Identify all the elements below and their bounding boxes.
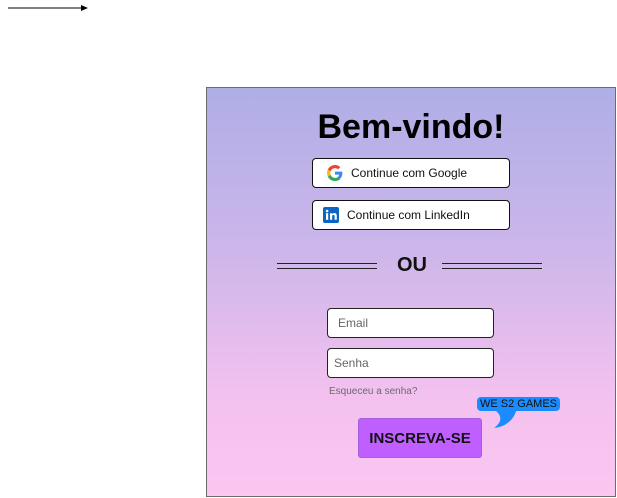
email-field[interactable]	[327, 308, 494, 338]
arrow-right-icon	[8, 5, 88, 11]
login-panel: Bem-vindo! Continue com Google Continue …	[206, 87, 616, 497]
google-login-button[interactable]: Continue com Google	[312, 158, 510, 188]
divider-left	[277, 258, 377, 276]
signup-button[interactable]: INSCREVA-SE	[358, 418, 482, 458]
or-separator: OU	[397, 254, 427, 276]
games-badge: WE S2 GAMES	[477, 397, 561, 411]
page-title: Bem-vindo!	[317, 108, 505, 146]
speech-bubble-tail	[494, 411, 516, 428]
divider-right	[442, 258, 542, 276]
google-icon	[327, 165, 343, 181]
google-login-label: Continue com Google	[351, 166, 468, 180]
linkedin-login-label: Continue com LinkedIn	[347, 208, 470, 222]
password-field[interactable]	[327, 348, 494, 378]
linkedin-icon	[323, 207, 339, 223]
linkedin-login-button[interactable]: Continue com LinkedIn	[312, 200, 510, 230]
forgot-password-link[interactable]: Esqueceu a senha?	[329, 386, 417, 397]
